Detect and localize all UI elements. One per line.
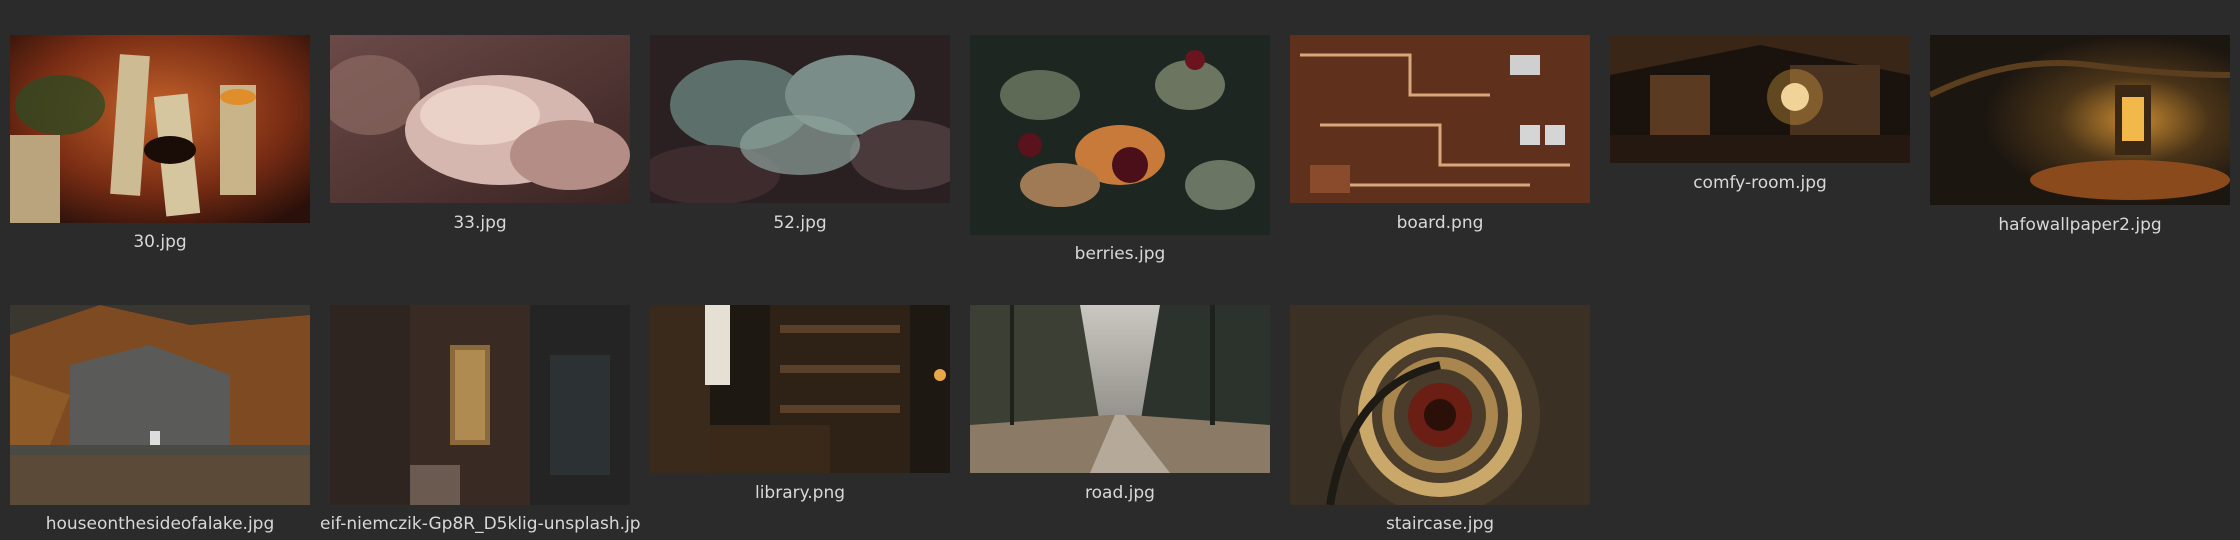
image-thumbnail[interactable]: [1930, 35, 2230, 205]
file-name-label: library.png: [754, 483, 846, 503]
file-name-label: staircase.jpg: [1385, 514, 1495, 534]
file-name-label: berries.jpg: [1074, 244, 1166, 264]
image-thumbnail[interactable]: [970, 305, 1270, 473]
file-item-berries[interactable]: berries.jpg: [960, 0, 1280, 264]
file-item-library[interactable]: library.png: [640, 270, 960, 540]
file-name-label: houseonthesideofalake.jpg: [45, 514, 275, 534]
image-thumbnail[interactable]: [650, 305, 950, 473]
file-name-label: road.jpg: [1085, 483, 1155, 503]
file-name-label: 33.jpg: [453, 213, 507, 233]
image-thumbnail[interactable]: [10, 305, 310, 505]
file-item-hafowallpaper2[interactable]: hafowallpaper2.jpg: [1920, 0, 2240, 260]
file-item-comfy-room[interactable]: comfy-room.jpg: [1600, 0, 1920, 260]
image-thumbnail[interactable]: [330, 305, 630, 505]
file-item-30[interactable]: 30.jpg: [0, 0, 320, 260]
image-thumbnail[interactable]: [330, 35, 630, 203]
file-item-staircase[interactable]: staircase.jpg: [1280, 270, 1600, 540]
file-name-label: 30.jpg: [133, 232, 187, 252]
file-item-33[interactable]: 33.jpg: [320, 0, 640, 260]
file-item-houseonthesideofalake[interactable]: houseonthesideofalake.jpg: [0, 270, 320, 540]
image-thumbnail[interactable]: [1610, 35, 1910, 163]
file-name-label: eif-niemczik-Gp8R_D5klig-unsplash.jpg: [320, 514, 640, 534]
file-name-label: 52.jpg: [773, 213, 827, 233]
image-thumbnail[interactable]: [970, 35, 1270, 235]
image-thumbnail[interactable]: [1290, 35, 1590, 203]
file-grid: 30.jpg 33.jpg 52.jpg berries.jpg board.p…: [0, 0, 2240, 540]
file-name-label: hafowallpaper2.jpg: [1998, 215, 2162, 235]
file-item-eif-niemczik[interactable]: eif-niemczik-Gp8R_D5klig-unsplash.jpg: [320, 270, 640, 540]
file-name-label: board.png: [1396, 213, 1484, 233]
file-item-52[interactable]: 52.jpg: [640, 0, 960, 260]
image-thumbnail[interactable]: [650, 35, 950, 203]
image-thumbnail[interactable]: [1290, 305, 1590, 505]
image-thumbnail[interactable]: [10, 35, 310, 223]
file-item-board[interactable]: board.png: [1280, 0, 1600, 260]
file-name-label: comfy-room.jpg: [1693, 173, 1827, 193]
file-item-road[interactable]: road.jpg: [960, 270, 1280, 540]
